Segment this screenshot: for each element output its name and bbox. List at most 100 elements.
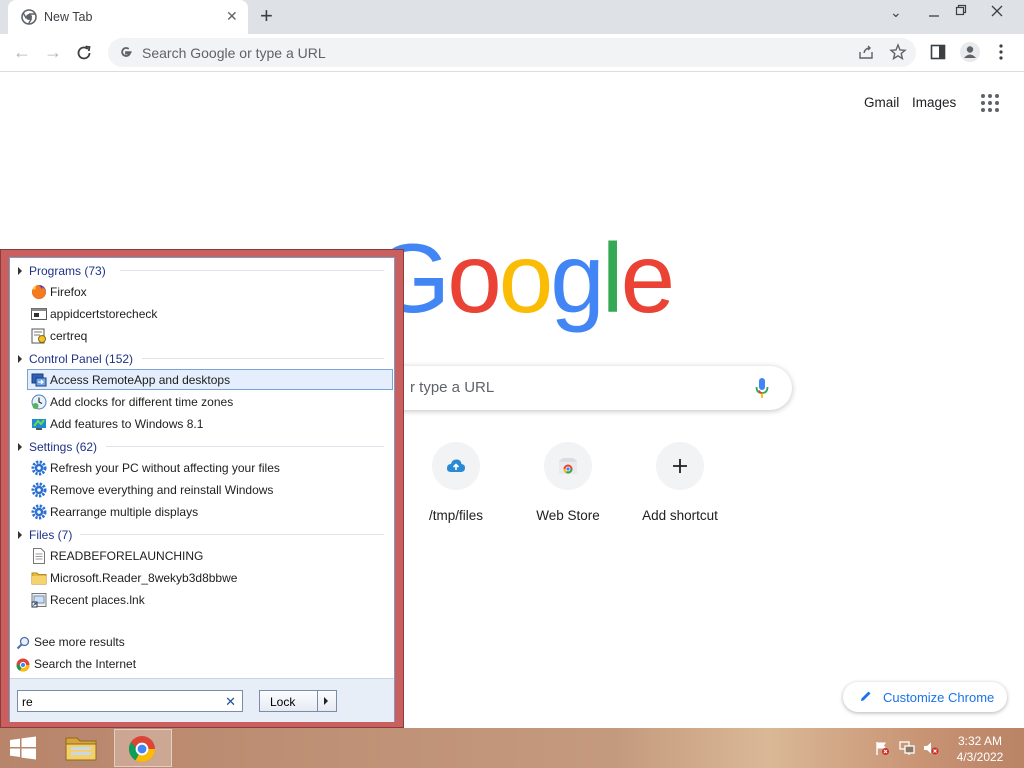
customize-chrome-label: Customize Chrome [883,690,995,705]
share-icon[interactable] [857,43,875,61]
result-label: Remove everything and reinstall Windows [50,483,274,497]
customize-chrome-button[interactable]: Customize Chrome [843,682,1007,712]
shortcut-tile[interactable]: Web Store [512,442,624,542]
menu-dots-icon[interactable] [994,43,1008,61]
logo-letter: o [498,223,553,333]
group-divider [120,270,384,271]
expand-arrow-icon [18,354,22,363]
result-item[interactable]: appidcertstorecheck [27,303,393,324]
settings-gear-icon [31,482,47,498]
group-divider [80,534,384,535]
google-g-icon [121,47,132,57]
file-explorer-icon[interactable] [60,730,102,766]
result-item[interactable]: Add clocks for different time zones [27,391,393,412]
logo-letter: o [447,223,501,333]
reload-icon[interactable] [75,44,93,62]
magnifier-icon [16,636,30,650]
group-title: Files (7) [29,528,73,542]
images-link[interactable]: Images [912,95,956,110]
tab-close-icon[interactable]: ✕ [226,8,238,25]
result-label: Refresh your PC without affecting your f… [50,461,280,475]
expand-arrow-icon [18,442,22,451]
power-options-arrow-icon[interactable] [324,697,328,705]
group-title: Programs (73) [29,264,106,278]
start-search-bar: re ✕ Lock [10,678,394,722]
chrome-favicon-icon [21,9,37,25]
shortcut-label: /tmp/files [428,508,483,523]
browser-toolbar: ← → Search Google or type a URL [0,34,1024,72]
new-tab-button[interactable]: + [260,4,273,28]
group-header-programs[interactable]: Programs (73) [18,264,106,278]
clock-date[interactable]: 4/3/2022 [950,750,1010,764]
lock-button-divider [317,691,318,711]
result-item[interactable]: Rearrange multiple displays [27,501,393,522]
shortcut-tile[interactable]: /tmp/files [400,442,512,542]
result-label: Add features to Windows 8.1 [50,417,204,431]
cloud-upload-icon [446,459,466,472]
result-label: Add clocks for different time zones [50,395,234,409]
tab-new-tab[interactable]: New Tab ✕ [8,0,248,34]
see-more-results-label: See more results [34,635,125,649]
restore-icon[interactable] [955,4,967,16]
shortcut-label: Web Store [536,508,600,523]
taskbar-chrome-button[interactable] [114,729,172,767]
web-store-icon [559,458,577,474]
group-title: Control Panel (152) [29,352,134,366]
clock-time[interactable]: 3:32 AM [950,734,1010,748]
add-shortcut-tile[interactable]: Add shortcut [624,442,736,542]
bookmark-star-icon[interactable] [889,43,907,61]
result-label: Access RemoteApp and desktops [50,373,231,387]
windows-features-icon [32,419,46,430]
result-item[interactable]: Recent places.lnk [27,589,393,610]
volume-muted-icon[interactable] [923,740,939,756]
result-item[interactable]: READBEFORELAUNCHING [27,545,393,566]
start-search-panel: Programs (73) Firefox appidcertstorechec… [0,249,404,728]
lock-button[interactable]: Lock [259,690,337,712]
profile-avatar-icon[interactable] [959,41,981,63]
close-window-icon[interactable] [990,4,1004,18]
clock-icon [31,394,47,410]
pencil-icon [861,691,871,701]
logo-letter: l [601,223,624,333]
google-apps-icon[interactable] [980,93,1000,113]
tab-search-chevron-icon[interactable]: ⌄ [890,4,902,21]
start-search-input[interactable]: re ✕ [17,690,243,712]
settings-gear-icon [31,504,47,520]
address-bar[interactable]: Search Google or type a URL [108,38,916,67]
action-center-flag-icon[interactable] [874,740,890,756]
tab-title: New Tab [44,10,93,24]
result-item[interactable]: Remove everything and reinstall Windows [27,479,393,500]
logo-letter: e [620,223,675,333]
minimize-icon[interactable] [928,10,940,22]
back-icon[interactable]: ← [9,39,35,65]
result-item[interactable]: Add features to Windows 8.1 [27,413,393,434]
shortcut-icon-circle [432,442,480,490]
forward-icon[interactable]: → [40,39,66,65]
group-header-files[interactable]: Files (7) [18,528,72,542]
gmail-link[interactable]: Gmail [864,95,899,110]
result-item[interactable]: Firefox [27,281,393,302]
folder-icon [31,572,47,585]
result-item[interactable]: Microsoft.Reader_8wekyb3d8bbwe [27,567,393,588]
result-label: Rearrange multiple displays [50,505,199,519]
network-icon[interactable] [899,740,915,756]
result-label: certreq [50,329,88,343]
shortcut-file-icon [31,593,47,608]
plus-icon [673,459,687,473]
google-logo: Google [374,218,675,338]
result-item[interactable]: certreq [27,325,393,346]
lock-label: Lock [270,695,296,709]
side-panel-icon[interactable] [929,43,947,61]
windows-start-icon[interactable] [8,736,38,760]
group-divider [106,446,384,447]
group-header-settings[interactable]: Settings (62) [18,440,97,454]
result-label: appidcertstorecheck [50,307,158,321]
microphone-icon[interactable] [754,377,770,399]
result-item[interactable]: Refresh your PC without affecting your f… [27,457,393,478]
remoteapp-icon [31,373,47,387]
expand-arrow-icon [18,266,22,275]
group-header-control-panel[interactable]: Control Panel (152) [18,352,133,366]
clear-search-icon[interactable]: ✕ [225,694,236,710]
result-item-selected[interactable]: Access RemoteApp and desktops [27,369,393,390]
result-label: Recent places.lnk [50,593,145,607]
